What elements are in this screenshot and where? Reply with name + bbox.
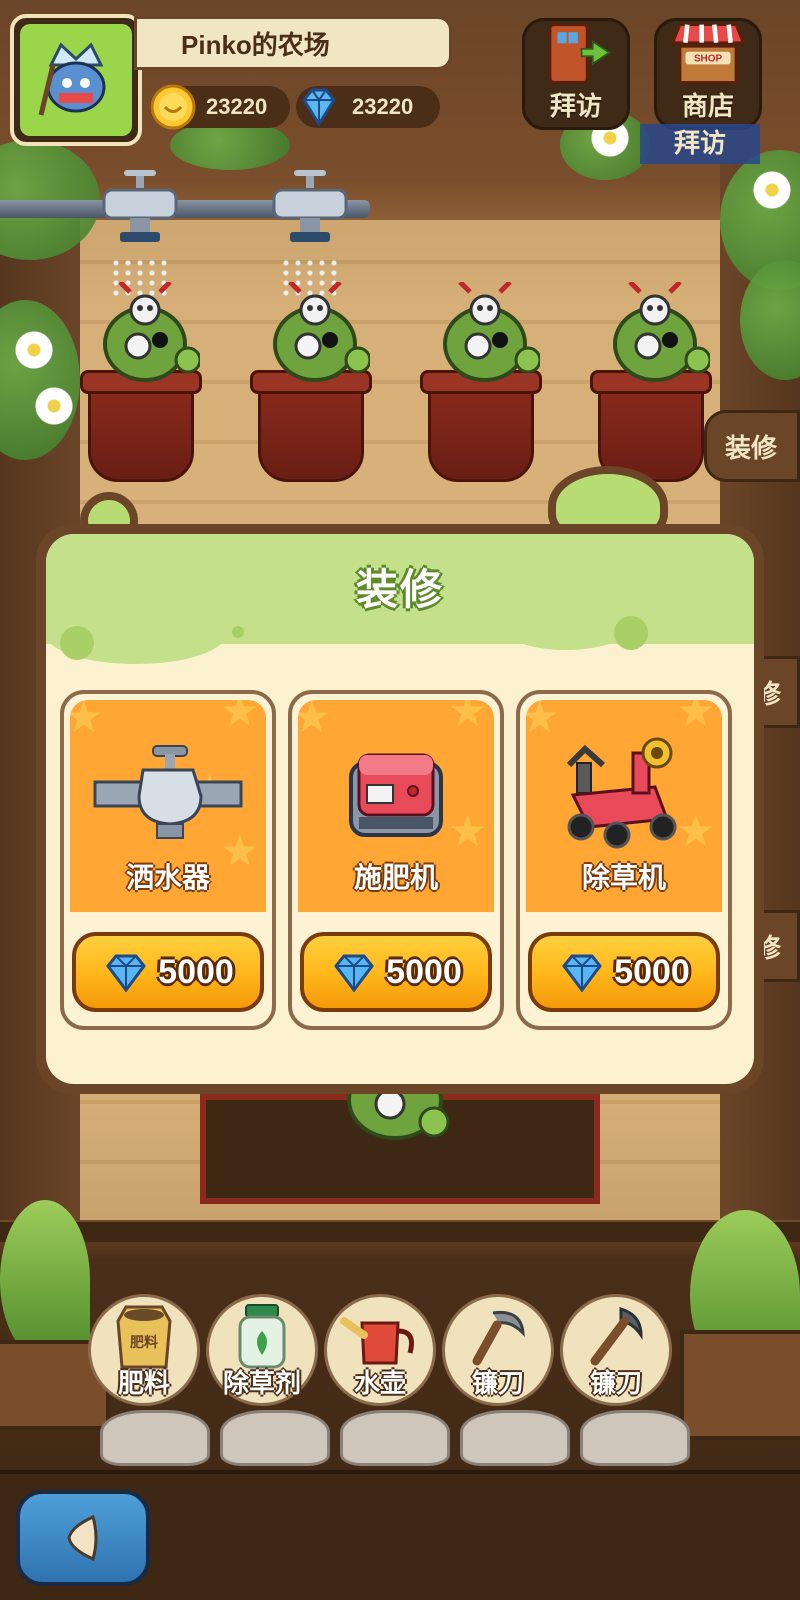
buy-button[interactable]: 5000 (72, 932, 264, 1012)
item-name: 施肥机 (353, 861, 438, 894)
slime-dot (614, 616, 648, 650)
diamond-icon (334, 954, 375, 992)
item-card-lawn-mower[interactable]: ★ ★ ★ 除草机 5000 (516, 690, 732, 1030)
decorate-modal: 装修 ★ ★ ★ ★ (36, 524, 764, 1094)
sprinkler-icon (93, 745, 243, 839)
lawn-mower-icon (566, 737, 677, 849)
star-decoration: ★ (70, 700, 104, 743)
card-banner: ★ ★ ★ (526, 700, 722, 912)
farm-scene: 装修 修 修 Pinko的农场 23220 23220 拜访 SHOP 商店 拜… (0, 0, 800, 1600)
item-name: 除草机 (581, 861, 666, 894)
item-name: 洒水器 (125, 861, 210, 894)
item-cards: ★ ★ ★ ★ 洒水器 (60, 690, 732, 1030)
star-decoration: ★ (220, 700, 260, 737)
buy-button[interactable]: 5000 (300, 932, 492, 1012)
diamond-icon (562, 954, 603, 992)
slime-dot (232, 626, 244, 638)
diamond-icon (106, 954, 147, 992)
star-decoration: ★ (448, 700, 488, 737)
buy-button[interactable]: 5000 (528, 932, 720, 1012)
star-decoration: ★ (526, 700, 560, 743)
card-banner: ★ ★ ★ ★ 洒水器 (70, 700, 266, 912)
slime-dot (60, 626, 94, 660)
item-card-sprinkler[interactable]: ★ ★ ★ ★ 洒水器 (60, 690, 276, 1030)
star-decoration: ★ (676, 700, 716, 737)
modal-title: 装修 (355, 565, 444, 614)
item-price: 5000 (614, 952, 690, 991)
decorate-modal-body: 装修 ★ ★ ★ ★ (46, 534, 754, 1084)
card-banner: ★ ★ ★ (298, 700, 494, 912)
star-decoration: ★ (298, 700, 332, 743)
fertilizer-machine-icon (349, 753, 443, 837)
item-price: 5000 (386, 952, 462, 991)
item-card-fertilizer-machine[interactable]: ★ ★ ★ 施肥机 5000 (288, 690, 504, 1030)
item-price: 5000 (158, 952, 234, 991)
